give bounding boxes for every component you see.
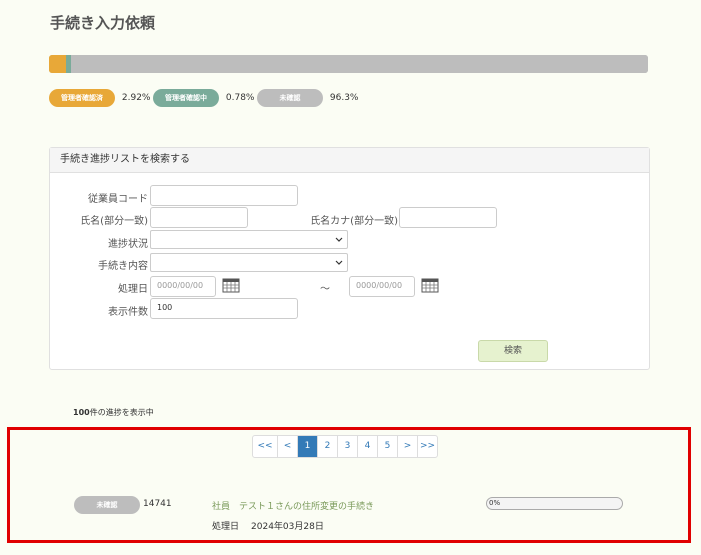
status-label: 進捗状況 [108,239,148,250]
legend-in-review: 管理者確認中 0.78% [153,89,254,107]
kana-label: 氏名カナ(部分一致) [310,216,398,227]
progress-segment-confirmed [49,55,67,73]
calendar-icon[interactable] [421,277,439,293]
employee-code-input[interactable] [150,185,298,206]
page-title: 手続き入力依頼 [50,14,156,32]
count-label: 表示件数 [108,307,148,318]
date-range-tilde: 〜 [320,284,330,295]
legend-in-review-badge: 管理者確認中 [153,89,219,107]
legend-unconfirmed-badge: 未確認 [257,89,323,107]
date-from-input[interactable]: 0000/00/00 [150,276,216,297]
legend-unconfirmed-pct: 96.3% [329,93,359,103]
procedure-select[interactable] [150,253,348,272]
procedure-label: 手続き内容 [98,261,148,272]
legend-confirmed: 管理者確認済 2.92% [49,89,150,107]
results-count-number: 100 [73,408,90,417]
kana-input[interactable] [399,207,497,228]
search-panel-heading: 手続き進捗リストを検索する [50,148,649,173]
status-select[interactable] [150,230,348,249]
legend-confirmed-badge: 管理者確認済 [49,89,115,107]
chevron-down-icon [335,260,343,265]
employee-code-label: 従業員コード [88,194,148,205]
legend-in-review-pct: 0.78% [225,93,255,103]
legend-unconfirmed: 未確認 96.3% [257,89,358,107]
progress-segment-unconfirmed [71,55,648,73]
date-to-input[interactable]: 0000/00/00 [349,276,415,297]
search-button[interactable]: 検索 [478,340,548,362]
date-label: 処理日 [118,284,148,295]
highlight-box [7,427,691,543]
name-label: 氏名(部分一致) [80,216,148,227]
legend-confirmed-pct: 2.92% [121,93,151,103]
calendar-icon[interactable] [222,277,240,293]
overall-progress-bar [49,55,648,73]
chevron-down-icon [335,237,343,242]
results-count-suffix: 件の進捗を表示中 [89,408,154,417]
name-input[interactable] [150,207,248,228]
count-input[interactable]: 100 [150,298,298,319]
results-count: 100件の進捗を表示中 [73,407,154,418]
